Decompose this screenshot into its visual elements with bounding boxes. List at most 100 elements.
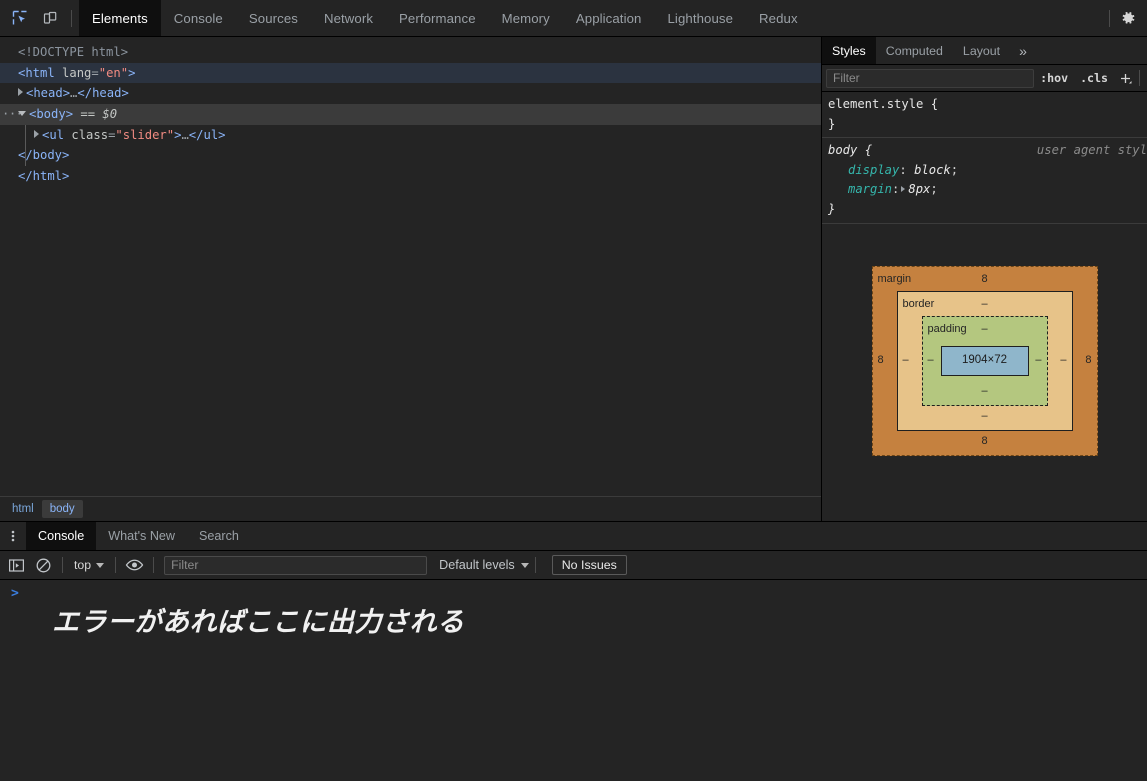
console-context-selector[interactable]: top: [69, 556, 109, 574]
padding-top-value[interactable]: –: [923, 320, 1047, 340]
style-rule-element-style[interactable]: element.style { }: [822, 92, 1147, 138]
console-toolbar: top Default levels No Issues: [0, 551, 1147, 580]
border-left-value[interactable]: –: [903, 351, 909, 371]
dom-node-html[interactable]: <html lang="en">: [0, 63, 821, 84]
dom-node-body[interactable]: ···<body> == $0: [0, 104, 821, 125]
head-close-tag: </: [77, 86, 92, 100]
margin-left-value[interactable]: 8: [878, 351, 884, 371]
new-style-rule-button[interactable]: [1114, 68, 1136, 88]
expand-shorthand-icon[interactable]: [901, 186, 905, 192]
drawer-tab-search[interactable]: Search: [187, 522, 251, 550]
box-model-content[interactable]: 1904×72: [941, 346, 1029, 376]
margin-right-value[interactable]: 8: [1085, 351, 1091, 371]
console-toolbar-divider-2: [115, 557, 116, 573]
margin-top-value[interactable]: 8: [873, 270, 1097, 290]
rule-selector[interactable]: element.style: [828, 97, 923, 111]
hov-state-button[interactable]: :hov: [1034, 71, 1074, 85]
rule-origin-label: user agent stylesh: [1037, 141, 1147, 161]
dom-tree-pane: <!DOCTYPE html> <html lang="en"> <head>……: [0, 37, 822, 521]
chevron-double-right-icon[interactable]: »: [1010, 37, 1036, 64]
dom-node-head[interactable]: <head>…</head>: [0, 83, 821, 104]
rule-selector-line: element.style {: [828, 95, 1147, 115]
drawer-more-options-button[interactable]: [0, 522, 26, 550]
body-close-bracket: >: [66, 107, 73, 121]
box-model-border[interactable]: border – – – – padding – – – –: [897, 291, 1073, 431]
console-toolbar-divider-3: [153, 557, 154, 573]
console-prompt-icon: >: [11, 586, 19, 601]
rule-selector-line: body { user agent stylesh: [828, 141, 1147, 161]
tab-network[interactable]: Network: [311, 0, 386, 36]
inspect-cursor-icon-button[interactable]: [6, 5, 34, 31]
cls-button[interactable]: .cls: [1074, 71, 1114, 85]
more-options-icon[interactable]: ···: [2, 104, 23, 125]
drawer-tab-whats-new[interactable]: What's New: [96, 522, 187, 550]
declaration-value[interactable]: block: [914, 163, 951, 177]
tab-computed[interactable]: Computed: [876, 37, 953, 64]
html-close-bracket: >: [128, 66, 135, 80]
dom-node-doctype[interactable]: <!DOCTYPE html>: [0, 42, 821, 63]
main-toolbar: Elements Console Sources Network Perform…: [0, 0, 1147, 37]
border-top-value[interactable]: –: [898, 295, 1072, 315]
tab-label: What's New: [108, 529, 175, 543]
tab-layout[interactable]: Layout: [953, 37, 1010, 64]
border-right-value[interactable]: –: [1060, 351, 1066, 371]
expand-triangle-icon[interactable]: [18, 88, 23, 96]
box-model-padding[interactable]: padding – – – – 1904×72: [922, 316, 1048, 406]
padding-right-value[interactable]: –: [1035, 351, 1041, 371]
live-expression-button[interactable]: [122, 554, 147, 576]
tab-performance[interactable]: Performance: [386, 0, 489, 36]
hov-label: :hov: [1040, 71, 1068, 85]
tab-label: Sources: [249, 11, 298, 26]
styles-filter-input[interactable]: [826, 69, 1034, 88]
border-bottom-value[interactable]: –: [898, 407, 1072, 427]
declaration-property[interactable]: margin: [848, 182, 892, 196]
html-tag-name: html: [25, 66, 54, 80]
device-toggle-icon-button[interactable]: [36, 5, 64, 31]
kebab-menu-icon: [6, 528, 20, 544]
console-output-area[interactable]: > エラーがあればここに出力される: [0, 580, 1147, 781]
tab-styles[interactable]: Styles: [822, 37, 876, 64]
console-log-levels-selector[interactable]: Default levels: [439, 558, 529, 572]
ul-attr-value: "slider": [115, 128, 174, 142]
drawer-tab-console[interactable]: Console: [26, 522, 96, 550]
rule-selector[interactable]: body: [828, 143, 857, 157]
toolbar-divider-right: [1109, 10, 1110, 27]
elements-panel: <!DOCTYPE html> <html lang="en"> <head>……: [0, 37, 1147, 521]
console-filter-input[interactable]: [164, 556, 427, 575]
dom-node-html-close[interactable]: </html>: [0, 166, 821, 187]
declaration-colon: :: [899, 163, 914, 177]
tab-elements[interactable]: Elements: [79, 0, 161, 36]
tab-sources[interactable]: Sources: [236, 0, 311, 36]
body-closing-tag: </body>: [18, 148, 69, 162]
dom-tree[interactable]: <!DOCTYPE html> <html lang="en"> <head>……: [0, 37, 821, 496]
declaration-margin[interactable]: margin:8px;: [828, 180, 1147, 200]
box-model-margin[interactable]: margin 8 8 8 8 border – – – – paddin: [872, 266, 1098, 456]
tab-application[interactable]: Application: [563, 0, 655, 36]
breadcrumb-item-body[interactable]: body: [42, 500, 83, 518]
issues-button[interactable]: No Issues: [552, 555, 627, 575]
tab-memory[interactable]: Memory: [489, 0, 563, 36]
margin-bottom-value[interactable]: 8: [873, 432, 1097, 452]
declaration-display[interactable]: display: block;: [828, 161, 1147, 181]
settings-button[interactable]: [1115, 5, 1141, 31]
head-close-tag-name: head: [92, 86, 121, 100]
breadcrumb: html body: [0, 496, 821, 521]
padding-left-value[interactable]: –: [928, 351, 934, 371]
breadcrumb-item-html[interactable]: html: [4, 500, 42, 518]
html-attr-name: lang: [62, 66, 91, 80]
tab-console[interactable]: Console: [161, 0, 236, 36]
dom-node-body-close[interactable]: </body>: [0, 145, 821, 166]
tab-lighthouse[interactable]: Lighthouse: [654, 0, 746, 36]
toolbar-icon-group: [0, 0, 79, 36]
style-rule-body[interactable]: body { user agent stylesh display: block…: [822, 138, 1147, 223]
console-sidebar-toggle-button[interactable]: [4, 554, 29, 576]
tab-label: Elements: [92, 11, 148, 26]
clear-console-button[interactable]: [31, 554, 56, 576]
declaration-value[interactable]: 8px: [908, 182, 930, 196]
dom-node-ul[interactable]: <ul class="slider">…</ul>: [0, 125, 821, 146]
padding-bottom-value[interactable]: –: [923, 382, 1047, 402]
tab-redux[interactable]: Redux: [746, 0, 811, 36]
expand-triangle-icon[interactable]: [34, 130, 39, 138]
declaration-property[interactable]: display: [848, 163, 899, 177]
tab-label: Performance: [399, 11, 476, 26]
